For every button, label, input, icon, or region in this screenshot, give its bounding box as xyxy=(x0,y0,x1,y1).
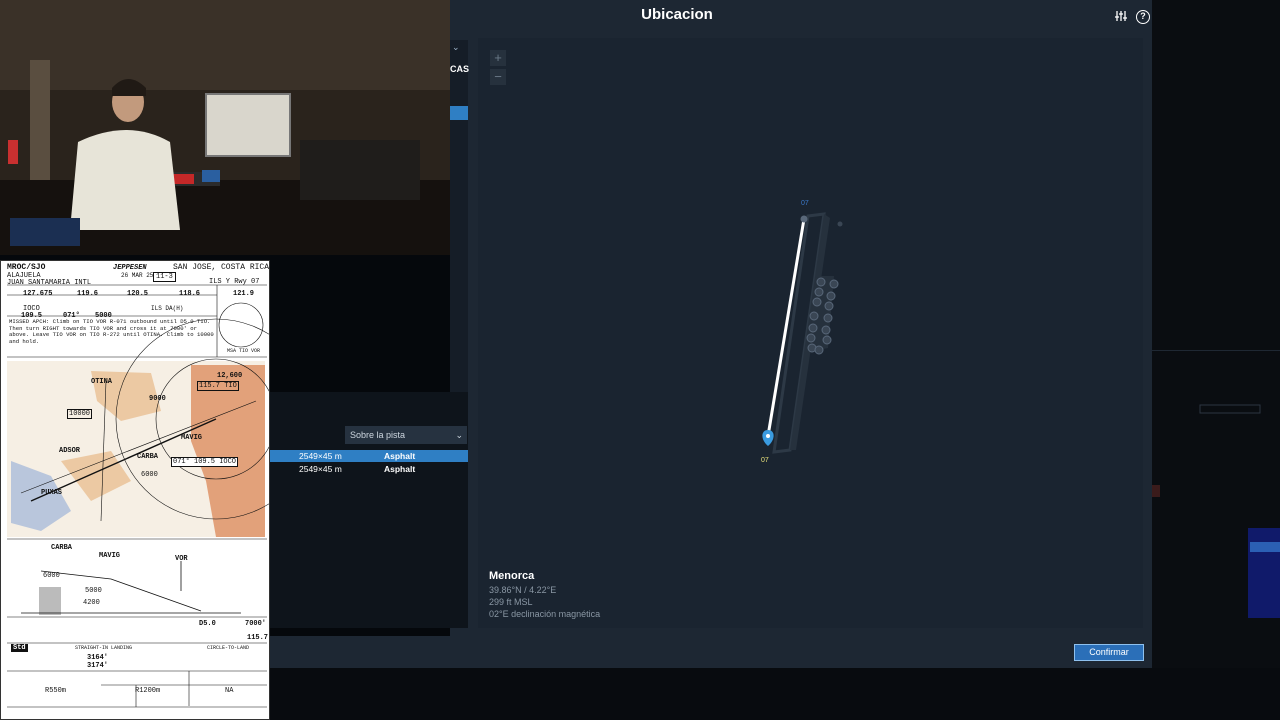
runway-surface: Asphalt xyxy=(384,451,416,461)
location-info: Menorca 39.86°N / 4.22°E 299 ft MSL 02°E… xyxy=(489,570,600,620)
chart-circle-minima: NA xyxy=(225,687,234,695)
chart-alt-9000: 9000 xyxy=(149,395,166,403)
left-selected-item[interactable] xyxy=(450,106,468,120)
runway-dimensions: 2549×45 m xyxy=(299,464,342,474)
chart-profile-alt-6000: 6000 xyxy=(43,572,60,580)
chart-fix-puxas: PUXAS xyxy=(41,489,63,497)
chart-ils-dh: ILS DA(H) xyxy=(151,305,184,312)
dialog-footer xyxy=(270,636,1152,668)
chart-procedure: ILS Y Rwy 07 xyxy=(209,278,260,286)
runway-end-label-bottom: 07 xyxy=(761,457,769,464)
chart-alt-6000: 6000 xyxy=(141,471,158,479)
chart-std-label: Std xyxy=(11,644,28,652)
runway-row[interactable]: 2549×45 m Asphalt xyxy=(270,450,468,462)
runway-end-label-top: 07 xyxy=(801,200,809,207)
dialog-header-icons: ? xyxy=(1114,10,1150,24)
help-icon[interactable]: ? xyxy=(1136,10,1150,24)
chart-msa: MSA TIO VOR xyxy=(227,348,261,354)
webcam-overlay xyxy=(0,0,450,255)
chart-profile-alt-4200: 4200 xyxy=(83,599,100,607)
location-name: Menorca xyxy=(489,570,535,582)
chart-vor-freq: 115.7 xyxy=(247,634,269,642)
dialog-header: Ubicacion xyxy=(450,0,904,34)
chart-freq-5: 121.9 xyxy=(233,290,255,298)
chart-fix-otina: OTINA xyxy=(91,378,113,386)
chart-alt-10000: 10000 xyxy=(67,409,93,419)
chart-minima-da: 3164' xyxy=(87,654,109,662)
chart-freq-4: 118.6 xyxy=(179,290,201,298)
chart-fix-adsor: ADSOR xyxy=(59,447,81,455)
airport-map[interactable]: + − 07 07 xyxy=(478,38,1143,628)
left-tab-label[interactable]: CAS xyxy=(450,64,469,74)
chart-profile-carba: CARBA xyxy=(51,544,73,552)
chart-fix-carba: CARBA xyxy=(137,453,159,461)
runway-filter-select[interactable]: Sobre la pista ⌄ xyxy=(345,426,467,444)
chart-profile-vor: VOR xyxy=(175,555,188,563)
chart-brand: JEPPESEN xyxy=(113,264,147,272)
chart-rvr-1: R550m xyxy=(45,687,67,695)
chart-alt-12600: 12,600 xyxy=(217,372,243,380)
location-coords: 39.86°N / 4.22°E xyxy=(489,585,557,595)
chart-minima-da2: 3174' xyxy=(87,662,109,670)
runway-filter-value: Sobre la pista xyxy=(350,430,406,440)
runway-row[interactable]: 2549×45 m Asphalt xyxy=(270,463,468,475)
chart-alt-7000: 7000' xyxy=(245,620,267,628)
chart-airport-name: JUAN SANTAMARIA INTL xyxy=(7,279,92,287)
chart-straight-in: STRAIGHT-IN LANDING xyxy=(75,645,133,651)
runway-dimensions: 2549×45 m xyxy=(299,451,342,461)
chart-page: 11-3 xyxy=(153,272,176,282)
chart-date: 26 MAR 25 xyxy=(121,272,154,279)
sim-background-right xyxy=(1152,0,1280,720)
left-side-panel xyxy=(450,40,468,392)
runway-diagram xyxy=(762,212,843,454)
location-elevation: 299 ft MSL xyxy=(489,597,533,607)
chart-profile-mavig: MAVIG xyxy=(99,552,121,560)
chevron-down-icon: ⌄ xyxy=(455,430,463,440)
chart-city: SAN JOSE, COSTA RICA xyxy=(173,263,270,272)
screen: Ubicacion ? ⌄ CAS + − 07 07 Menorca 39.8… xyxy=(0,0,1280,720)
chart-freq-2: 119.6 xyxy=(77,290,99,298)
chart-d50: D5.0 xyxy=(199,620,216,628)
sliders-icon[interactable] xyxy=(1114,10,1128,24)
sim-background-bottom xyxy=(270,668,1280,720)
chart-profile-alt-5000: 5000 xyxy=(85,587,102,595)
approach-chart: MROC/SJO JEPPESEN SAN JOSE, COSTA RICA A… xyxy=(0,260,270,720)
chart-final-course-box: 071° 109.5 IOCO xyxy=(171,457,239,467)
chart-missed-approach: MISSED APCH: Climb on TIO VOR R-071 outb… xyxy=(9,318,214,345)
chart-rvr-2: R1200m xyxy=(135,687,161,695)
chart-tio-freq: 115.7 TIO xyxy=(197,381,239,391)
location-declination: 02°E declinación magnética xyxy=(489,609,601,619)
dialog-title: Ubicacion xyxy=(641,6,713,23)
chart-fix-mavig: MAVIG xyxy=(181,434,203,442)
chart-freq-3: 120.5 xyxy=(127,290,149,298)
chevron-down-icon[interactable]: ⌄ xyxy=(452,42,460,53)
confirm-button[interactable]: Confirmar xyxy=(1074,644,1144,661)
chart-airport-id: MROC/SJO xyxy=(7,263,46,272)
chart-freq-1: 127.675 xyxy=(23,290,53,298)
chart-circle-to-land: CIRCLE-TO-LAND xyxy=(207,645,250,651)
runway-surface: Asphalt xyxy=(384,464,416,474)
